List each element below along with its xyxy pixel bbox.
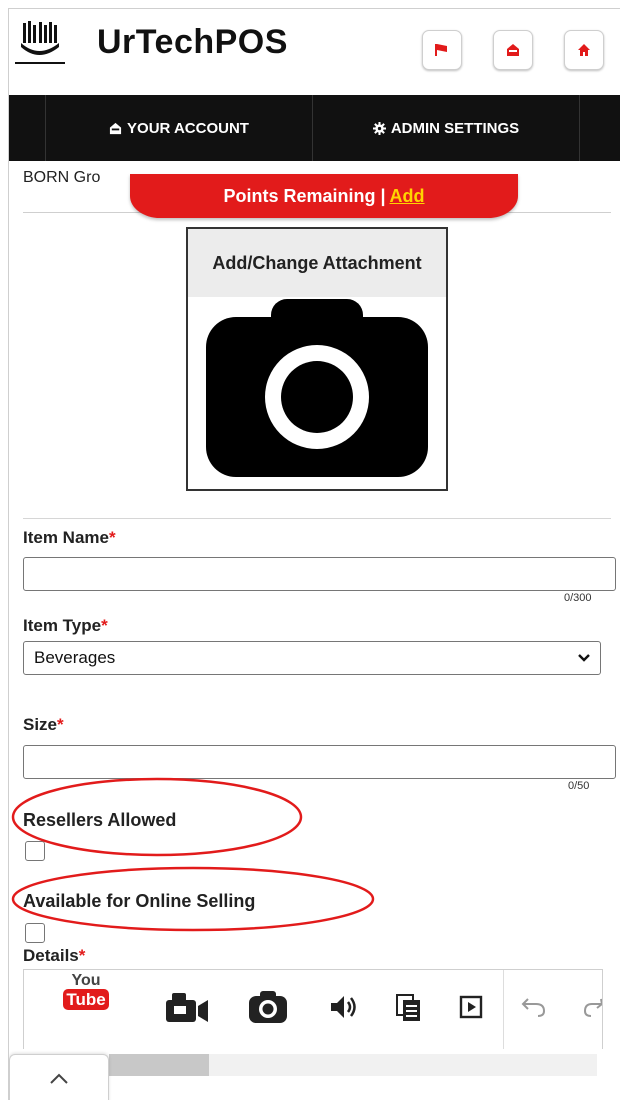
flag-icon	[435, 44, 447, 56]
resellers-allowed-label: Resellers Allowed	[23, 810, 177, 830]
flag-button[interactable]	[422, 30, 462, 70]
home-icon	[578, 44, 590, 56]
logo[interactable]	[15, 19, 73, 69]
attachment-button[interactable]: Add/Change Attachment	[186, 227, 448, 491]
toolbar-divider	[503, 970, 504, 1049]
main-content: BORN Gro Points Remaining | Add Add/Chan…	[9, 161, 620, 1100]
item-name-input[interactable]	[23, 557, 616, 591]
points-banner: Points Remaining | Add	[130, 174, 518, 218]
media-button[interactable]	[459, 995, 483, 1019]
editor-toolbar: You Tube	[23, 969, 603, 1049]
chevron-up-icon	[50, 1073, 68, 1084]
item-name-counter: 0/300	[564, 592, 592, 604]
item-name-label: Item Name*	[23, 528, 116, 547]
item-type-value: Beverages	[34, 648, 116, 667]
inbox-icon	[109, 122, 122, 134]
points-text: Points Remaining |	[223, 185, 386, 206]
app-frame: UrTechPOS YOUR ACCOUNT ADMIN SETTINGS BO…	[8, 8, 620, 1100]
gear-icon	[372, 121, 386, 135]
top-nav: YOUR ACCOUNT ADMIN SETTINGS	[9, 95, 620, 161]
redo-button[interactable]	[582, 996, 602, 1018]
organization-name: BORN Gro	[23, 169, 101, 186]
undo-button[interactable]	[521, 996, 547, 1018]
nav-admin-settings[interactable]: ADMIN SETTINGS	[313, 95, 580, 161]
collapse-button[interactable]	[9, 1054, 109, 1100]
inbox-icon	[507, 44, 519, 56]
home-button[interactable]	[564, 30, 604, 70]
nav-label: YOUR ACCOUNT	[127, 119, 249, 137]
details-label: Details*	[23, 946, 86, 965]
item-type-select[interactable]: Beverages	[23, 641, 601, 675]
size-input[interactable]	[23, 745, 616, 779]
youtube-button[interactable]: You Tube	[63, 972, 109, 1010]
size-counter: 0/50	[568, 780, 590, 792]
image-button[interactable]	[248, 990, 288, 1024]
app-title: UrTechPOS	[97, 23, 288, 61]
scrollbar-thumb[interactable]	[109, 1054, 209, 1076]
add-points-link[interactable]: Add	[390, 186, 425, 207]
redo-icon	[583, 998, 602, 1017]
video-icon	[166, 993, 208, 1022]
messages-button[interactable]	[493, 30, 533, 70]
youtube-icon: You Tube	[63, 972, 109, 1010]
size-label: Size*	[23, 715, 64, 734]
paste-icon	[396, 994, 420, 1021]
media-icon	[459, 995, 483, 1019]
chevron-down-icon	[578, 654, 590, 662]
divider	[23, 518, 611, 519]
resellers-allowed-checkbox[interactable]	[25, 841, 45, 861]
item-type-label: Item Type*	[23, 616, 108, 635]
online-selling-label: Available for Online Selling	[23, 891, 256, 911]
camera-icon	[249, 991, 287, 1023]
video-button[interactable]	[164, 992, 212, 1024]
attachment-title: Add/Change Attachment	[188, 229, 446, 297]
paste-button[interactable]	[396, 994, 422, 1022]
nav-your-account[interactable]: YOUR ACCOUNT	[46, 95, 313, 161]
camera-icon	[206, 299, 428, 477]
header: UrTechPOS	[9, 9, 620, 95]
nav-spacer	[9, 95, 46, 161]
online-selling-checkbox[interactable]	[25, 923, 45, 943]
nav-label: ADMIN SETTINGS	[390, 119, 520, 137]
audio-button[interactable]	[329, 994, 357, 1020]
horizontal-scrollbar[interactable]	[109, 1054, 597, 1076]
undo-icon	[521, 998, 546, 1017]
audio-icon	[331, 996, 356, 1018]
